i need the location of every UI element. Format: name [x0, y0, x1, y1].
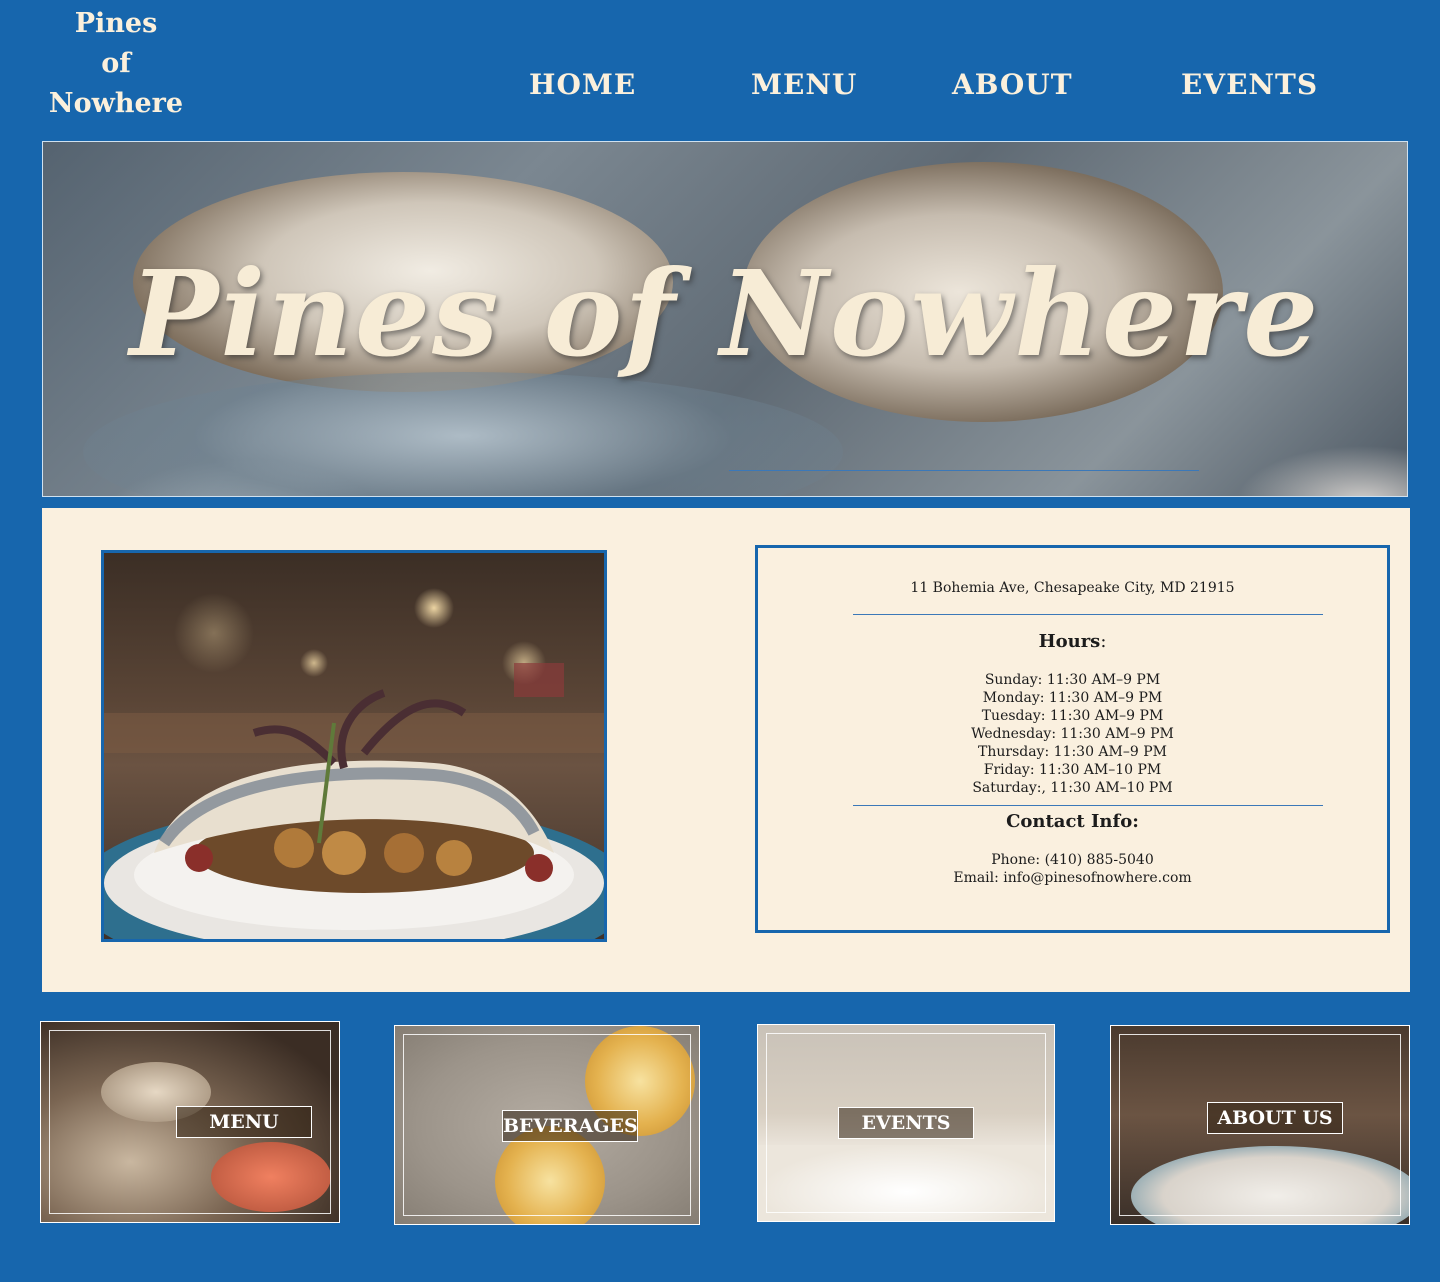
- hero-banner: Pines of Nowhere: [42, 141, 1408, 497]
- contact-heading: Contact Info:: [1006, 811, 1139, 832]
- hours-heading-text: Hours: [1038, 631, 1101, 652]
- nav-about[interactable]: ABOUT: [952, 68, 1073, 101]
- menu-tile[interactable]: MENU: [40, 1021, 340, 1223]
- hours-line: Saturday:, 11:30 AM–10 PM: [972, 780, 1173, 796]
- hours-heading-colon: :: [1100, 631, 1107, 652]
- about-tile-label[interactable]: ABOUT US: [1207, 1102, 1343, 1134]
- hero-divider: [729, 470, 1199, 471]
- address-text: 11 Bohemia Ave, Chesapeake City, MD 2191…: [910, 580, 1235, 596]
- logo-line-2: of: [101, 48, 131, 79]
- featured-dish-photo: [101, 550, 607, 942]
- beverages-tile-label[interactable]: BEVERAGES: [502, 1110, 638, 1142]
- hours-line: Friday: 11:30 AM–10 PM: [983, 762, 1162, 778]
- nav-menu[interactable]: MENU: [751, 68, 857, 101]
- hours-line: Wednesday: 11:30 AM–9 PM: [971, 726, 1174, 742]
- nav-events[interactable]: EVENTS: [1181, 68, 1318, 101]
- info-box: 11 Bohemia Ave, Chesapeake City, MD 2191…: [755, 545, 1390, 933]
- events-tile[interactable]: EVENTS: [757, 1024, 1055, 1222]
- hours-heading: Hours:: [758, 631, 1387, 652]
- beverages-tile[interactable]: BEVERAGES: [394, 1025, 700, 1225]
- hours-line: Thursday: 11:30 AM–9 PM: [978, 744, 1167, 760]
- events-tile-label[interactable]: EVENTS: [838, 1107, 974, 1139]
- info-divider-top: [853, 614, 1323, 615]
- info-divider-bottom: [853, 805, 1323, 806]
- site-logo[interactable]: Pines of Nowhere: [46, 4, 186, 124]
- about-tile[interactable]: ABOUT US: [1110, 1025, 1410, 1225]
- logo-line-1: Pines: [74, 8, 158, 39]
- ice-image: [83, 372, 843, 496]
- menu-tile-label[interactable]: MENU: [176, 1106, 312, 1138]
- hours-line: Monday: 11:30 AM–9 PM: [982, 690, 1163, 706]
- hours-line: Tuesday: 11:30 AM–9 PM: [981, 708, 1164, 724]
- logo-line-3: Nowhere: [48, 88, 184, 119]
- hero-title: Pines of Nowhere: [129, 244, 1321, 383]
- nav-home[interactable]: HOME: [529, 68, 636, 101]
- hours-line: Sunday: 11:30 AM–9 PM: [984, 672, 1161, 688]
- hours-list: Sunday: 11:30 AM–9 PM Monday: 11:30 AM–9…: [758, 671, 1387, 797]
- contact-list: Phone: (410) 885-5040 Email: info@pineso…: [758, 851, 1387, 887]
- fish-dish-illustration: [104, 588, 604, 939]
- email-link[interactable]: Email: info@pinesofnowhere.com: [758, 869, 1387, 887]
- phone-text: Phone: (410) 885-5040: [991, 852, 1154, 868]
